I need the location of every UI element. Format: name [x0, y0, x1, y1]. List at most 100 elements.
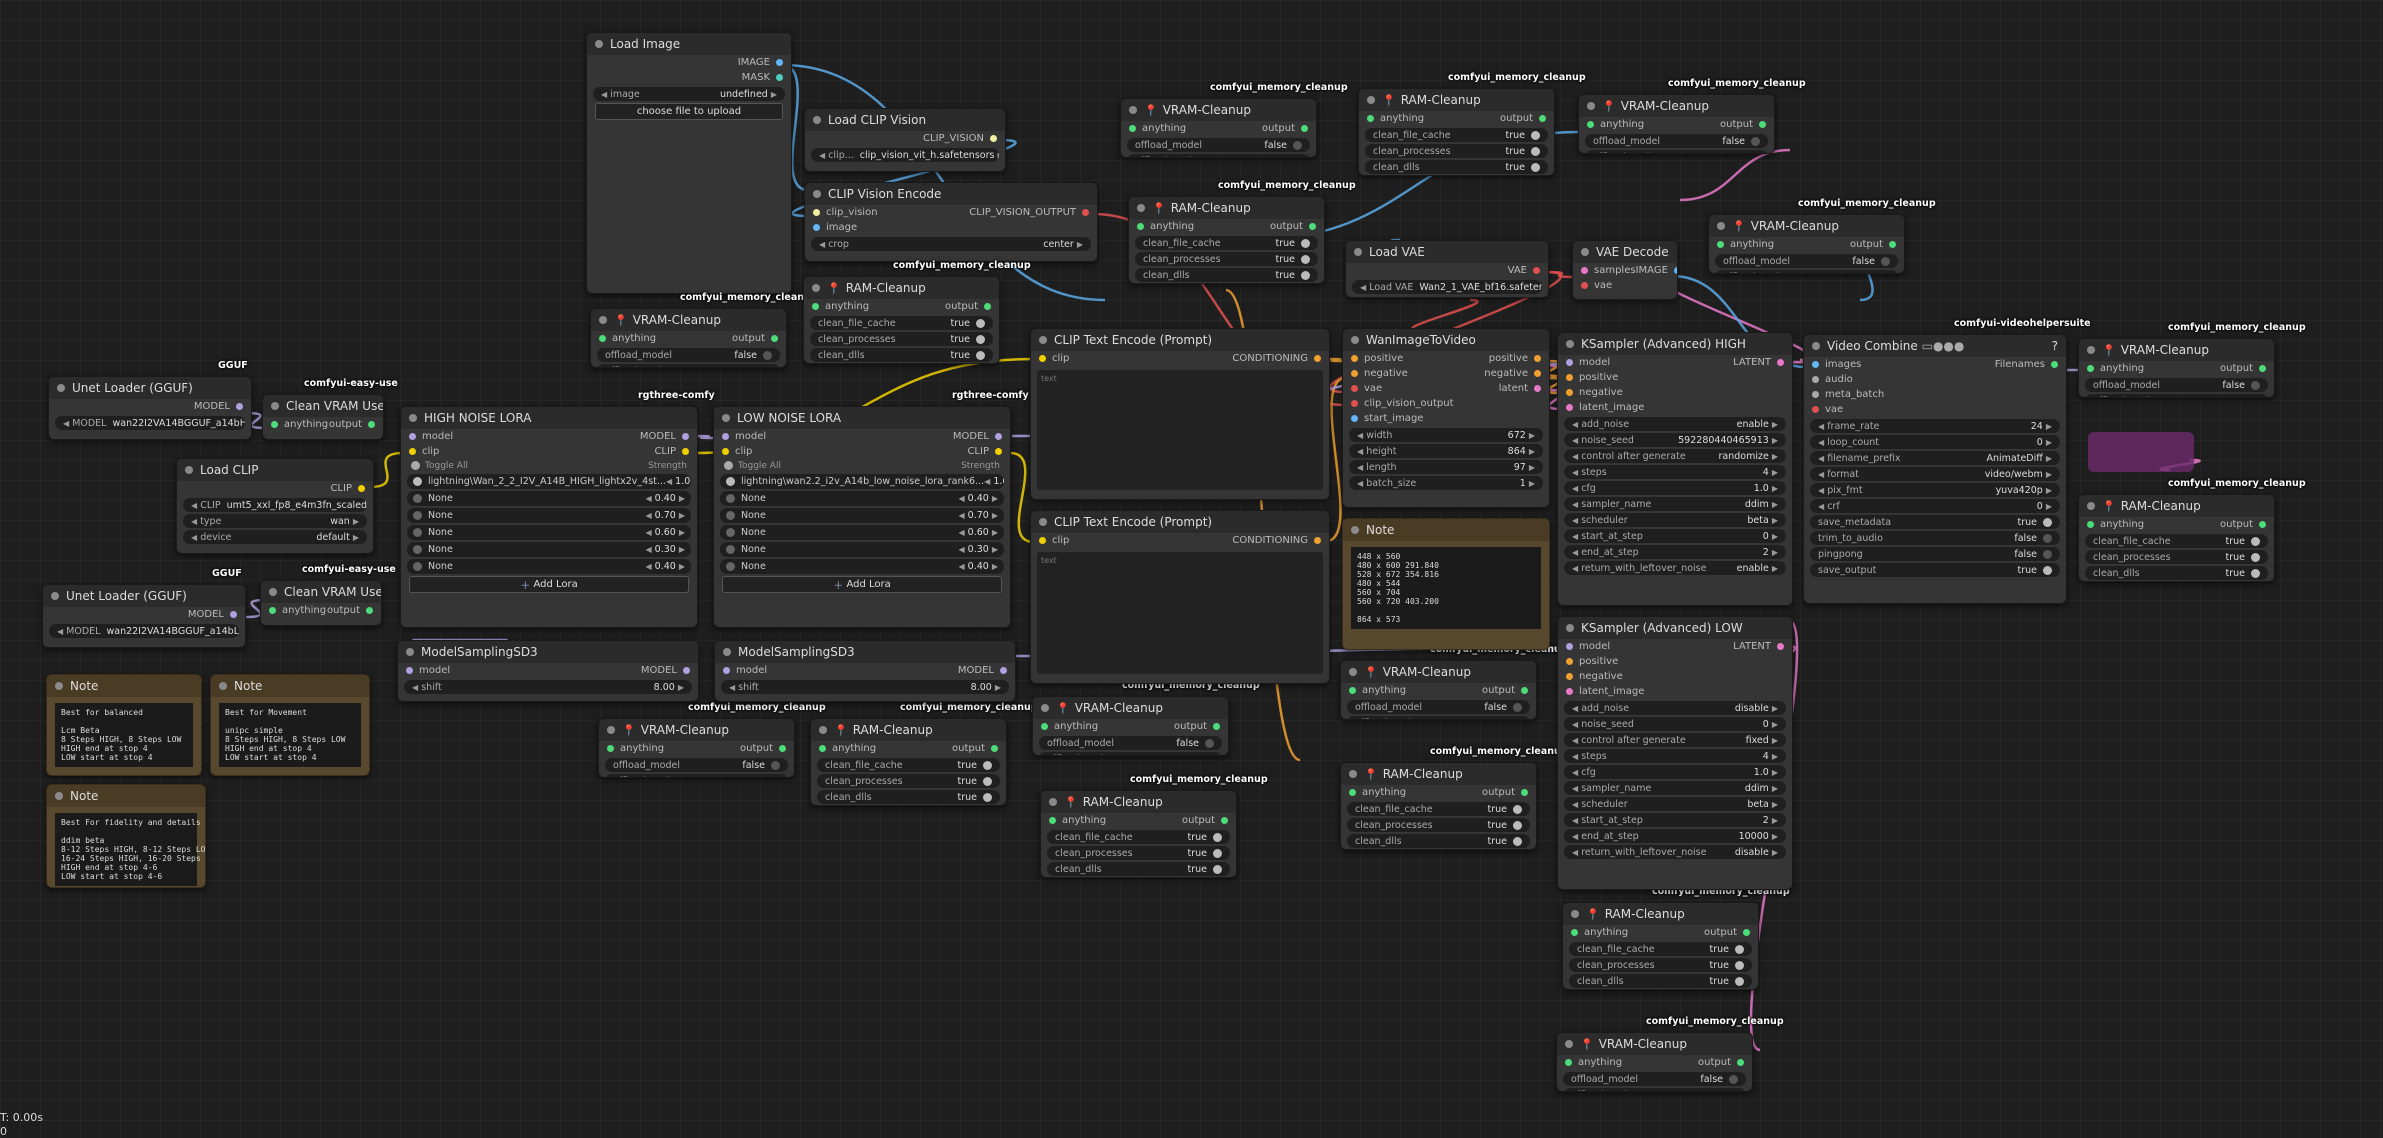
output-slot[interactable]	[683, 667, 690, 674]
node-title[interactable]: HIGH NOISE LORA	[401, 407, 697, 429]
ram-cleanup-node[interactable]: 📍 RAM-Cleanup anything output clean_file_cac…	[1562, 902, 1759, 990]
collapse-dot-icon[interactable]	[1354, 248, 1362, 256]
arrow-left-icon[interactable]: ◀	[645, 511, 651, 520]
lora-row[interactable]: None ◀ 0.70 ▶	[407, 508, 691, 523]
model-sampling-node-1[interactable]: ModelSamplingSD3 model MODEL ◀ shift 8.00 ▶	[397, 640, 699, 702]
note-text[interactable]: Best For fidelity and details ddim beta …	[55, 813, 205, 886]
output-slot[interactable]	[779, 745, 786, 752]
output-slot[interactable]	[1082, 209, 1089, 216]
collapse-dot-icon[interactable]	[1049, 798, 1057, 806]
input-slot[interactable]	[599, 335, 606, 342]
arrow-right-icon[interactable]: ▶	[679, 511, 685, 520]
combo-widget[interactable]: ◀ height 864 ▶	[1349, 444, 1543, 458]
combo-widget[interactable]: ◀ loop_count 0 ▶	[1810, 435, 2060, 449]
input-slot[interactable]	[1571, 929, 1578, 936]
toggle-knob[interactable]	[1213, 864, 1222, 874]
model-sampling-node-2[interactable]: ModelSamplingSD3 model MODEL ◀ shift 8.00 ▶	[714, 640, 1016, 702]
input-slot[interactable]	[722, 448, 729, 455]
arrow-right-icon[interactable]: ▶	[1772, 452, 1778, 461]
collapse-dot-icon[interactable]	[55, 682, 63, 690]
arrow-right-icon[interactable]: ▶	[992, 545, 998, 554]
toggle-widget[interactable]: clean_dlls true	[1047, 862, 1230, 876]
input-slot[interactable]	[813, 224, 820, 231]
toggle-knob[interactable]	[2251, 568, 2260, 578]
arrow-left-icon[interactable]: ◀	[819, 240, 825, 249]
node-title[interactable]: Clean VRAM Used	[261, 581, 381, 603]
input-slot[interactable]	[409, 448, 416, 455]
toggle-widget[interactable]: clean_file_cache true	[1347, 802, 1530, 816]
combo-widget[interactable]: ◀ cfg 1.0 ▶	[1564, 765, 1786, 779]
note-text[interactable]: Best for Movement unipc simple 8 Steps H…	[219, 703, 361, 767]
arrow-right-icon[interactable]: ▶	[1772, 816, 1778, 825]
output-slot[interactable]	[1521, 687, 1528, 694]
toggle-widget[interactable]: offload_model false	[1585, 134, 1768, 148]
collapse-dot-icon[interactable]	[1367, 96, 1375, 104]
arrow-left-icon[interactable]: ◀	[666, 477, 672, 486]
arrow-left-icon[interactable]: ◀	[1572, 548, 1578, 557]
combo-widget[interactable]: ◀ length 97 ▶	[1349, 460, 1543, 474]
toggle-knob[interactable]	[1735, 960, 1744, 970]
toggle-knob[interactable]	[1513, 804, 1522, 814]
arrow-right-icon[interactable]: ▶	[1772, 436, 1778, 445]
node-title[interactable]: Load VAE	[1346, 241, 1548, 263]
output-slot[interactable]	[2259, 365, 2266, 372]
arrow-right-icon[interactable]: ▶	[2046, 454, 2052, 463]
toggle-widget[interactable]: offload_model false	[1127, 138, 1310, 152]
combo-widget[interactable]: ◀ steps 4 ▶	[1564, 465, 1786, 479]
input-slot[interactable]	[812, 303, 819, 310]
lora-row[interactable]: lightning\wan2.2_i2v_A14b_low_noise_lora…	[720, 474, 1004, 489]
combo-widget[interactable]: ◀ format video/webm ▶	[1810, 467, 2060, 481]
input-slot[interactable]	[1566, 643, 1573, 650]
node-title[interactable]: 📍 VRAM-Cleanup	[599, 719, 794, 741]
combo-widget[interactable]: ◀ scheduler beta ▶	[1564, 797, 1786, 811]
node-title[interactable]: Note	[47, 675, 201, 697]
arrow-left-icon[interactable]: ◀	[1572, 420, 1578, 429]
add-lora-button[interactable]: ＋ Add Lora	[722, 576, 1002, 593]
collapse-dot-icon[interactable]	[722, 414, 730, 422]
input-slot[interactable]	[722, 433, 729, 440]
arrow-right-icon[interactable]: ▶	[1772, 484, 1778, 493]
combo-widget[interactable]: ◀ end_at_step 10000 ▶	[1564, 829, 1786, 843]
toggle-knob[interactable]	[1513, 820, 1522, 830]
output-slot[interactable]	[1301, 125, 1308, 132]
node-title[interactable]: 📍 RAM-Cleanup	[804, 277, 999, 299]
collapse-dot-icon[interactable]	[1041, 704, 1049, 712]
arrow-right-icon[interactable]: ▶	[1772, 768, 1778, 777]
load-vae-node[interactable]: Load VAE VAE ◀ Load VAE Wan2_1_VAE_bf16.saf…	[1345, 240, 1549, 298]
toggle-widget[interactable]: trim_to_audio false	[1810, 531, 2060, 545]
toggle-knob[interactable]	[976, 318, 985, 328]
node-title[interactable]: CLIP Text Encode (Prompt)	[1031, 511, 1329, 533]
output-slot[interactable]	[1533, 267, 1540, 274]
combo-widget[interactable]: ◀ return_with_leftover_noise disable ▶	[1564, 845, 1786, 859]
arrow-left-icon[interactable]: ◀	[1818, 486, 1824, 495]
node-title[interactable]: 📍 VRAM-Cleanup	[591, 309, 786, 331]
node-title[interactable]: ModelSamplingSD3	[398, 641, 698, 663]
combo-widget[interactable]: ◀ crf 0 ▶	[1810, 499, 2060, 513]
combo-widget[interactable]: ◀ CLIPumt5_xxl_fp8_e4m3fn_scaled.sa... ▶	[183, 498, 367, 512]
video-combine-node[interactable]: Video Combine ▭●●●? images Filenames audio m…	[1803, 334, 2067, 604]
output-slot[interactable]	[984, 303, 991, 310]
arrow-left-icon[interactable]: ◀	[1818, 502, 1824, 511]
ram-cleanup-node[interactable]: 📍 RAM-Cleanup anything output clean_file_cac…	[1358, 88, 1555, 176]
combo-widget[interactable]: ◀ add_noise enable ▶	[1564, 417, 1786, 431]
vae-decode-node[interactable]: VAE Decode samples IMAGE vae	[1572, 240, 1678, 300]
arrow-left-icon[interactable]: ◀	[958, 562, 964, 571]
output-slot[interactable]	[1000, 667, 1007, 674]
input-slot[interactable]	[813, 209, 820, 216]
toggle-widget[interactable]: offload_cachetrue	[1039, 752, 1222, 755]
clip-text-encode-negative-node[interactable]: CLIP Text Encode (Prompt) clip CONDITIONIN…	[1030, 510, 1330, 684]
output-slot[interactable]	[230, 611, 237, 618]
arrow-left-icon[interactable]: ◀	[1572, 704, 1578, 713]
arrow-right-icon[interactable]: ▶	[1077, 240, 1083, 249]
toggle-knob[interactable]	[1531, 130, 1540, 140]
arrow-left-icon[interactable]: ◀	[1572, 768, 1578, 777]
output-slot[interactable]	[1221, 817, 1228, 824]
toggle-widget[interactable]: clean_dlls true	[1365, 160, 1548, 174]
output-slot[interactable]	[682, 448, 689, 455]
output-slot[interactable]	[1534, 370, 1541, 377]
arrow-right-icon[interactable]: ▶	[2046, 470, 2052, 479]
toggle-knob[interactable]	[1301, 254, 1310, 264]
arrow-left-icon[interactable]: ◀	[1572, 436, 1578, 445]
ram-cleanup-node[interactable]: 📍 RAM-Cleanup anything output clean_file_cac…	[2078, 494, 2275, 582]
toggle-widget[interactable]: offload_model false	[597, 348, 780, 362]
